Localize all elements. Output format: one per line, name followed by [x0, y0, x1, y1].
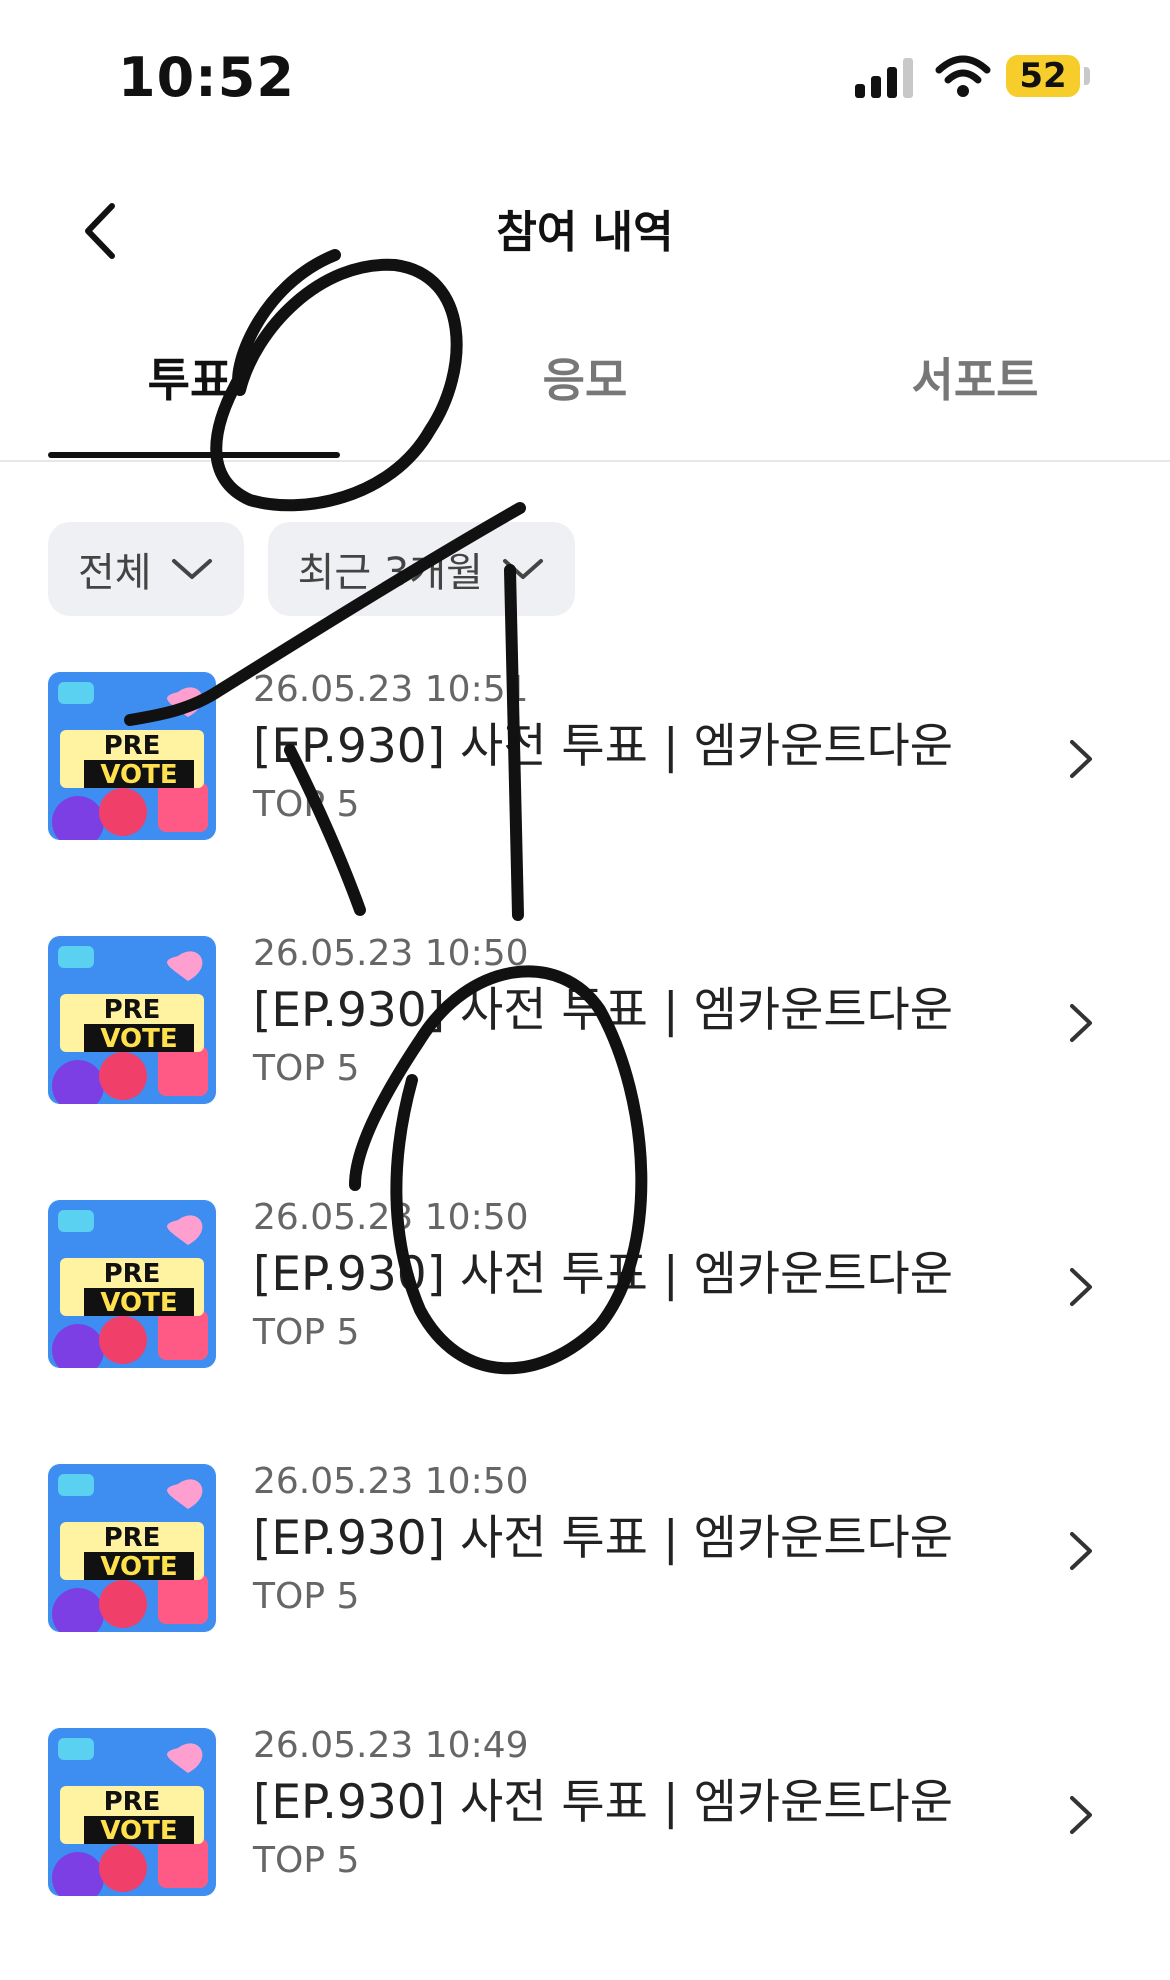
- battery-level: 52: [1019, 56, 1067, 96]
- item-subtitle: TOP 5: [253, 784, 360, 825]
- tab-support[interactable]: 서포트: [825, 340, 1125, 460]
- battery-icon: 52: [1006, 55, 1090, 97]
- pre-vote-thumbnail: PRE VOTE: [48, 1728, 216, 1896]
- chevron-right-icon: [1070, 1796, 1092, 1834]
- list-item[interactable]: PRE VOTE 26.05.23 10:49 [EP.930] 사전 투표 |…: [0, 1716, 1170, 1980]
- list-item[interactable]: PRE VOTE 26.05.23 10:50 [EP.930] 사전 투표 |…: [0, 1188, 1170, 1452]
- thumbnail-text-vote: VOTE: [100, 1816, 177, 1846]
- item-title: [EP.930] 사전 투표 | 엠카운트다운: [253, 1775, 954, 1830]
- signal-icon: [855, 58, 913, 98]
- item-date: 26.05.23 10:49: [253, 1725, 529, 1766]
- pre-vote-thumbnail: PRE VOTE: [48, 672, 216, 840]
- tab-indicator: [48, 452, 340, 458]
- filter-type-label: 전체: [78, 550, 152, 596]
- thumbnail-text-pre: PRE: [104, 1259, 161, 1289]
- item-subtitle: TOP 5: [253, 1048, 360, 1089]
- filter-bar: 전체 최근 3개월: [48, 522, 575, 616]
- item-subtitle: TOP 5: [253, 1576, 360, 1617]
- item-subtitle: TOP 5: [253, 1312, 360, 1353]
- chevron-down-icon: [502, 559, 543, 579]
- thumbnail-text-pre: PRE: [104, 1787, 161, 1817]
- page-title: 참여 내역: [496, 207, 674, 258]
- chevron-right-icon: [1070, 1532, 1092, 1570]
- pre-vote-thumbnail: PRE VOTE: [48, 1464, 216, 1632]
- item-title: [EP.930] 사전 투표 | 엠카운트다운: [253, 983, 954, 1038]
- chevron-right-icon: [1070, 1004, 1092, 1042]
- filter-type-dropdown[interactable]: 전체: [48, 522, 244, 616]
- list-item[interactable]: PRE VOTE 26.05.23 10:50 [EP.930] 사전 투표 |…: [0, 1452, 1170, 1716]
- thumbnail-text-vote: VOTE: [100, 1288, 177, 1318]
- status-bar: 10:52 52: [0, 0, 1170, 150]
- chevron-down-icon: [171, 559, 212, 579]
- filter-period-dropdown[interactable]: 최근 3개월: [267, 522, 575, 616]
- item-date: 26.05.23 10:50: [253, 1197, 529, 1238]
- item-date: 26.05.23 10:51: [253, 669, 529, 710]
- tab-entry[interactable]: 응모: [435, 340, 735, 460]
- filter-period-label: 최근 3개월: [297, 550, 483, 596]
- item-title: [EP.930] 사전 투표 | 엠카운트다운: [253, 1511, 954, 1566]
- chevron-right-icon: [1070, 1268, 1092, 1306]
- nav-bar: 참여 내역: [0, 180, 1170, 270]
- pre-vote-thumbnail: PRE VOTE: [48, 936, 216, 1104]
- item-date: 26.05.23 10:50: [253, 933, 529, 974]
- item-title: [EP.930] 사전 투표 | 엠카운트다운: [253, 719, 954, 774]
- thumbnail-text-vote: VOTE: [100, 1552, 177, 1582]
- wifi-icon: [935, 55, 991, 97]
- item-title: [EP.930] 사전 투표 | 엠카운트다운: [253, 1247, 954, 1302]
- list-item[interactable]: PRE VOTE 26.05.23 10:51 [EP.930] 사전 투표 |…: [0, 660, 1170, 924]
- thumbnail-text-pre: PRE: [104, 1523, 161, 1553]
- chevron-right-icon: [1070, 740, 1092, 778]
- status-time: 10:52: [118, 46, 295, 109]
- vote-history-list: PRE VOTE 26.05.23 10:51 [EP.930] 사전 투표 |…: [0, 660, 1170, 1980]
- tab-bar: 투표 응모 서포트: [0, 340, 1170, 462]
- tab-vote[interactable]: 투표: [40, 340, 340, 460]
- thumbnail-text-pre: PRE: [104, 995, 161, 1025]
- thumbnail-text-pre: PRE: [104, 731, 161, 761]
- list-item[interactable]: PRE VOTE 26.05.23 10:50 [EP.930] 사전 투표 |…: [0, 924, 1170, 1188]
- thumbnail-text-vote: VOTE: [100, 1024, 177, 1054]
- item-subtitle: TOP 5: [253, 1840, 360, 1881]
- item-date: 26.05.23 10:50: [253, 1461, 529, 1502]
- pre-vote-thumbnail: PRE VOTE: [48, 1200, 216, 1368]
- thumbnail-text-vote: VOTE: [100, 760, 177, 790]
